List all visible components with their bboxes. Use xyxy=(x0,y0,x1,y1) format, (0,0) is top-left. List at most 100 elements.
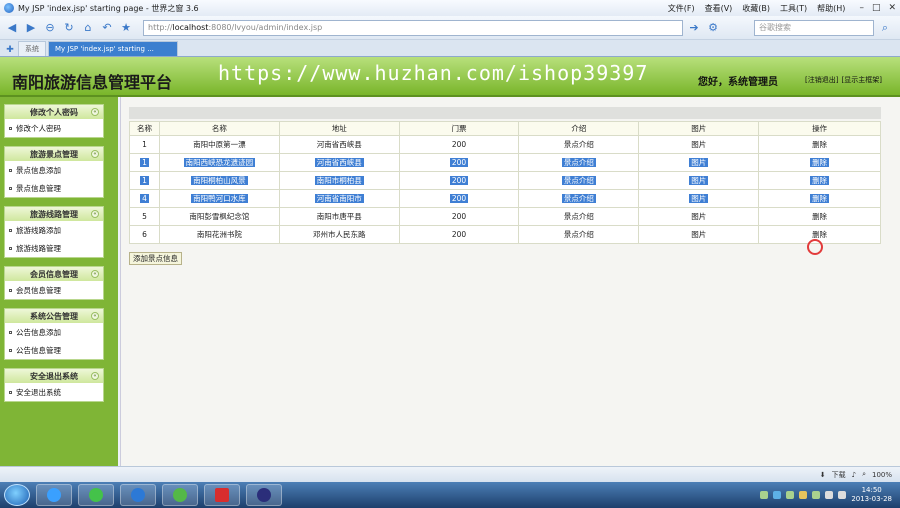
download-label[interactable]: 下载 xyxy=(832,470,846,480)
cell-intro[interactable]: 景点介绍 xyxy=(518,225,640,244)
sidebar-group-member: 会员信息管理 « 会员信息管理 xyxy=(4,266,104,300)
cell-picture[interactable]: 图片 xyxy=(638,171,760,190)
zoom-level[interactable]: 100% xyxy=(872,471,892,479)
stop-icon[interactable]: ⊖ xyxy=(42,20,58,36)
col-header-intro: 介绍 xyxy=(518,121,640,136)
download-icon[interactable]: ⬇ xyxy=(820,471,826,479)
sidebar-item-notice-add[interactable]: 公告信息添加 xyxy=(5,323,103,341)
sidebar-group-header[interactable]: 安全退出系统 « xyxy=(5,369,103,383)
taskbar-ruby[interactable] xyxy=(204,484,240,506)
cell-ticket-text: 200 xyxy=(449,194,469,203)
cell-action[interactable]: 删除 xyxy=(758,153,881,172)
sidebar-item-scenic-add[interactable]: 景点信息添加 xyxy=(5,161,103,179)
sidebar-item-route-manage[interactable]: 旅游线路管理 xyxy=(5,239,103,257)
main-frame-link[interactable]: [显示主框架] xyxy=(841,75,881,85)
tray-icon[interactable] xyxy=(812,491,821,499)
network-icon[interactable] xyxy=(825,491,834,499)
volume-icon[interactable] xyxy=(838,491,847,499)
favorite-star-icon[interactable]: ★ xyxy=(118,20,134,36)
tray-icon[interactable] xyxy=(799,491,808,499)
collapse-icon[interactable]: « xyxy=(91,270,99,278)
sidebar-item-label: 会员信息管理 xyxy=(16,285,61,295)
taskbar-browser[interactable] xyxy=(78,484,114,506)
tray-icon[interactable] xyxy=(786,491,795,499)
tab-system[interactable]: 系统 xyxy=(18,41,46,56)
collapse-icon[interactable]: « xyxy=(91,210,99,218)
cell-action[interactable]: 删除 xyxy=(758,189,881,208)
cell-no-text: 5 xyxy=(142,212,147,221)
new-tab-icon[interactable]: ✚ xyxy=(4,44,16,56)
taskbar-ie[interactable] xyxy=(36,484,72,506)
menu-file[interactable]: 文件(F) xyxy=(668,3,695,14)
taskbar-eclipse[interactable] xyxy=(246,484,282,506)
sidebar-item-exit[interactable]: 安全退出系统 xyxy=(5,383,103,401)
cell-picture[interactable]: 图片 xyxy=(638,189,760,208)
tray-icon[interactable] xyxy=(760,491,769,499)
logout-link[interactable]: [注销退出] xyxy=(805,75,838,85)
back-icon[interactable]: ◀ xyxy=(4,20,20,36)
collapse-icon[interactable]: « xyxy=(91,150,99,158)
cell-name-text: 南阳桐柏山风景 xyxy=(191,176,248,185)
collapse-icon[interactable]: « xyxy=(91,108,99,116)
taskbar-tw[interactable] xyxy=(120,484,156,506)
zoom-icon[interactable]: ⌕ xyxy=(862,470,866,479)
collapse-icon[interactable]: « xyxy=(91,372,99,380)
cell-intro[interactable]: 景点介绍 xyxy=(518,207,640,226)
close-icon[interactable]: ✕ xyxy=(888,3,896,13)
cell-action[interactable]: 删除 xyxy=(758,135,881,154)
address-bar[interactable]: http://localhost:8080/lvyou/admin/index.… xyxy=(143,19,683,36)
sound-icon[interactable]: ♪ xyxy=(852,471,856,479)
cell-action[interactable]: 删除 xyxy=(758,207,881,226)
cell-picture[interactable]: 图片 xyxy=(638,153,760,172)
sidebar-group-header[interactable]: 旅游景点管理 « xyxy=(5,147,103,161)
cell-name: 南阳西峡恐龙遗迹园 xyxy=(158,153,280,172)
undo-icon[interactable]: ↶ xyxy=(99,20,115,36)
tools-icon[interactable]: ⚙ xyxy=(705,20,721,36)
taskbar-app[interactable] xyxy=(162,484,198,506)
go-icon[interactable]: ➔ xyxy=(686,20,702,36)
cell-intro[interactable]: 景点介绍 xyxy=(518,189,640,208)
sidebar-group-header[interactable]: 修改个人密码 « xyxy=(5,105,103,119)
sidebar-group-header[interactable]: 会员信息管理 « xyxy=(5,267,103,281)
sidebar-item-route-add[interactable]: 旅游线路添加 xyxy=(5,221,103,239)
home-icon[interactable]: ⌂ xyxy=(80,20,96,36)
browser-title-bar: My JSP 'index.jsp' starting page - 世界之窗 … xyxy=(0,0,900,16)
table-row: 6 南阳花洲书院 邓州市人民东路 200 景点介绍 图片 删除 xyxy=(129,225,881,244)
forward-icon[interactable]: ▶ xyxy=(23,20,39,36)
add-scenic-button[interactable]: 添加景点信息 xyxy=(129,252,182,265)
cell-picture[interactable]: 图片 xyxy=(638,225,760,244)
sidebar-group-header[interactable]: 旅游线路管理 « xyxy=(5,207,103,221)
minimize-icon[interactable]: – xyxy=(859,3,864,13)
search-icon[interactable]: ⌕ xyxy=(877,20,893,36)
tab-index-jsp[interactable]: My JSP 'index.jsp' starting ... xyxy=(48,41,178,56)
cell-intro[interactable]: 景点介绍 xyxy=(518,153,640,172)
watermark-text: https://www.huzhan.com/ishop39397 xyxy=(218,61,649,85)
collapse-icon[interactable]: « xyxy=(91,312,99,320)
sidebar-item-notice-manage[interactable]: 公告信息管理 xyxy=(5,341,103,359)
start-button[interactable] xyxy=(4,484,30,506)
cell-ticket-text: 200 xyxy=(449,158,469,167)
sidebar-item-scenic-manage[interactable]: 景点信息管理 xyxy=(5,179,103,197)
search-input[interactable]: 谷歌搜索 xyxy=(754,19,874,36)
maximize-icon[interactable]: □ xyxy=(872,3,881,13)
clock[interactable]: 14:50 2013-03-28 xyxy=(851,486,892,504)
cell-intro[interactable]: 景点介绍 xyxy=(518,171,640,190)
menu-favorites[interactable]: 收藏(B) xyxy=(742,3,770,14)
cell-action[interactable]: 删除 xyxy=(758,171,881,190)
sidebar-group-notice: 系统公告管理 « 公告信息添加 公告信息管理 xyxy=(4,308,104,360)
menu-tools[interactable]: 工具(T) xyxy=(780,3,807,14)
sidebar-item-member-manage[interactable]: 会员信息管理 xyxy=(5,281,103,299)
bullet-icon xyxy=(9,288,12,292)
sidebar-group-header[interactable]: 系统公告管理 « xyxy=(5,309,103,323)
cell-picture[interactable]: 图片 xyxy=(638,207,760,226)
cell-picture[interactable]: 图片 xyxy=(638,135,760,154)
sidebar-item-change-password[interactable]: 修改个人密码 xyxy=(5,119,103,137)
menu-help[interactable]: 帮助(H) xyxy=(817,3,845,14)
menu-view[interactable]: 查看(V) xyxy=(705,3,733,14)
col-header-no: 名称 xyxy=(129,121,160,136)
cell-intro[interactable]: 景点介绍 xyxy=(518,135,640,154)
refresh-icon[interactable]: ↻ xyxy=(61,20,77,36)
sidebar-group-scenic: 旅游景点管理 « 景点信息添加 景点信息管理 xyxy=(4,146,104,198)
bullet-icon xyxy=(9,186,12,190)
tray-icon[interactable] xyxy=(773,491,782,499)
